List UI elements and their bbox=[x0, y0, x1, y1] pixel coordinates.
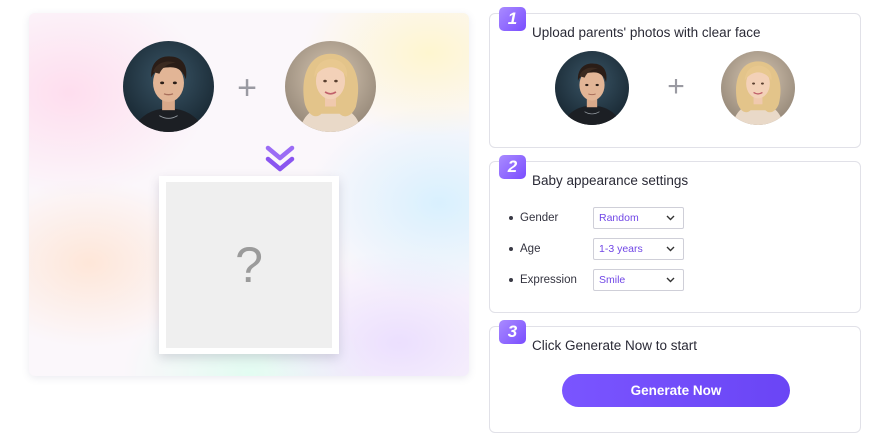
baby-result-placeholder: ? bbox=[166, 182, 332, 348]
step-1-badge: 1 bbox=[499, 7, 526, 31]
plus-icon: + bbox=[667, 70, 685, 103]
question-mark-icon: ? bbox=[235, 237, 263, 293]
expression-setting-row: Expression Smile bbox=[509, 269, 684, 291]
age-select[interactable]: 1-3 years bbox=[593, 238, 684, 260]
age-select-value: 1-3 years bbox=[599, 243, 643, 255]
double-chevron-down-icon bbox=[265, 144, 295, 174]
expression-select[interactable]: Smile bbox=[593, 269, 684, 291]
bullet-icon bbox=[509, 247, 513, 251]
gender-select[interactable]: Random bbox=[593, 207, 684, 229]
expression-select-value: Smile bbox=[599, 274, 626, 286]
upload-father-photo[interactable] bbox=[555, 51, 629, 125]
step-2-card: 2 Baby appearance settings Gender Random… bbox=[489, 155, 861, 313]
father-photo bbox=[123, 41, 214, 132]
age-setting-row: Age 1-3 years bbox=[509, 238, 684, 260]
step-2-badge: 2 bbox=[499, 155, 526, 179]
chevron-down-icon bbox=[666, 246, 675, 252]
gender-setting-row: Gender Random bbox=[509, 207, 684, 229]
chevron-down-icon bbox=[666, 277, 675, 283]
upload-mother-photo[interactable] bbox=[721, 51, 795, 125]
chevron-down-icon bbox=[666, 215, 675, 221]
baby-result-frame: ? bbox=[159, 176, 339, 354]
gender-label: Gender bbox=[520, 212, 559, 224]
expression-label: Expression bbox=[520, 274, 577, 286]
age-label: Age bbox=[520, 243, 541, 255]
gender-select-value: Random bbox=[599, 212, 639, 224]
baby-preview-panel: + ? bbox=[29, 13, 469, 376]
step-2-title: Baby appearance settings bbox=[532, 173, 689, 188]
bullet-icon bbox=[509, 216, 513, 220]
step-1-card: 1 Upload parents' photos with clear face… bbox=[489, 7, 861, 148]
step-3-badge: 3 bbox=[499, 320, 526, 344]
step-3-title: Click Generate Now to start bbox=[532, 338, 698, 353]
step-1-title: Upload parents' photos with clear face bbox=[532, 25, 761, 40]
mother-photo bbox=[285, 41, 376, 132]
bullet-icon bbox=[509, 278, 513, 282]
generate-now-button[interactable]: Generate Now bbox=[562, 374, 790, 407]
step-3-card: 3 Click Generate Now to start Generate N… bbox=[489, 320, 861, 433]
plus-icon: + bbox=[237, 69, 257, 107]
